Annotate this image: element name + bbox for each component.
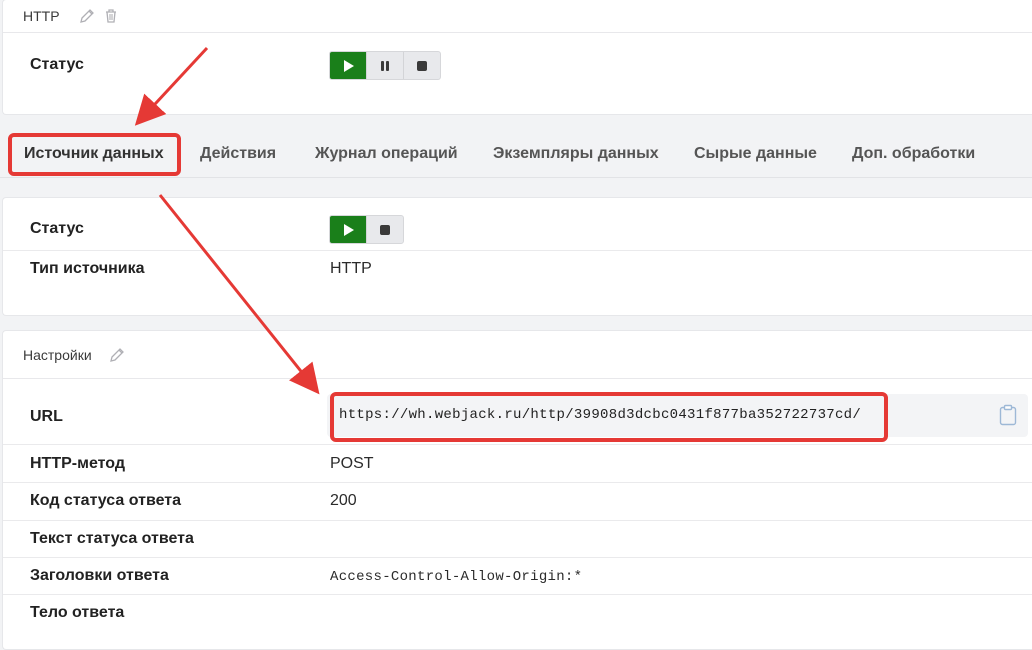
stop-button[interactable] <box>367 216 403 243</box>
divider <box>3 482 1032 483</box>
tab-raw-data[interactable]: Сырые данные <box>694 145 817 163</box>
play-button[interactable] <box>330 52 367 79</box>
pencil-icon[interactable] <box>108 346 126 364</box>
settings-header: Настройки <box>3 331 1032 379</box>
source-card: Статус Тип источника HTTP <box>2 197 1032 316</box>
divider <box>3 557 1032 558</box>
source-type-label: Тип источника <box>30 260 145 277</box>
url-field[interactable]: https://wh.webjack.ru/http/39908d3dcbc04… <box>327 394 1028 437</box>
divider <box>3 444 1032 445</box>
url-value[interactable]: https://wh.webjack.ru/http/39908d3dcbc04… <box>339 407 861 423</box>
trash-icon[interactable] <box>102 7 120 25</box>
tab-post-processing[interactable]: Доп. обработки <box>852 145 975 163</box>
divider <box>3 594 1032 595</box>
settings-card: Настройки URL HTTP-метод POST Код статус… <box>2 330 1032 650</box>
divider <box>3 520 1032 521</box>
response-headers-value: Access-Control-Allow-Origin:* <box>330 569 583 585</box>
tab-operations-log[interactable]: Журнал операций <box>315 145 458 163</box>
play-icon <box>344 59 354 72</box>
url-label: URL <box>30 408 63 425</box>
tab-actions[interactable]: Действия <box>200 145 276 163</box>
http-method-value: POST <box>330 455 374 472</box>
status-label: Статус <box>30 56 84 73</box>
status-text-label: Текст статуса ответа <box>30 530 194 547</box>
stop-icon <box>417 60 427 71</box>
source-type-value: HTTP <box>330 260 372 277</box>
tab-data-source[interactable]: Источник данных <box>24 145 164 163</box>
pause-button[interactable] <box>367 52 404 79</box>
status-code-label: Код статуса ответа <box>30 492 181 509</box>
response-body-label: Тело ответа <box>30 604 125 621</box>
status-code-value: 200 <box>330 492 357 509</box>
stop-button[interactable] <box>404 52 440 79</box>
play-icon <box>344 223 354 236</box>
http-method-label: HTTP-метод <box>30 455 125 472</box>
source-status-controls <box>329 215 404 244</box>
source-status-label: Статус <box>30 220 84 237</box>
clipboard-icon[interactable] <box>999 404 1017 426</box>
top-card: HTTP Статус <box>2 0 1032 115</box>
pencil-icon[interactable] <box>78 7 96 25</box>
settings-title: Настройки <box>23 346 92 363</box>
tab-bar: Источник данных Действия Журнал операций… <box>0 130 1032 178</box>
response-headers-label: Заголовки ответа <box>30 567 169 584</box>
stop-icon <box>380 224 390 235</box>
divider <box>3 250 1032 251</box>
tab-data-instances[interactable]: Экземпляры данных <box>493 145 659 163</box>
top-card-title: HTTP <box>23 8 60 24</box>
pause-icon <box>381 60 389 71</box>
play-button[interactable] <box>330 216 367 243</box>
top-card-header: HTTP <box>3 0 1032 33</box>
status-controls <box>329 51 441 80</box>
